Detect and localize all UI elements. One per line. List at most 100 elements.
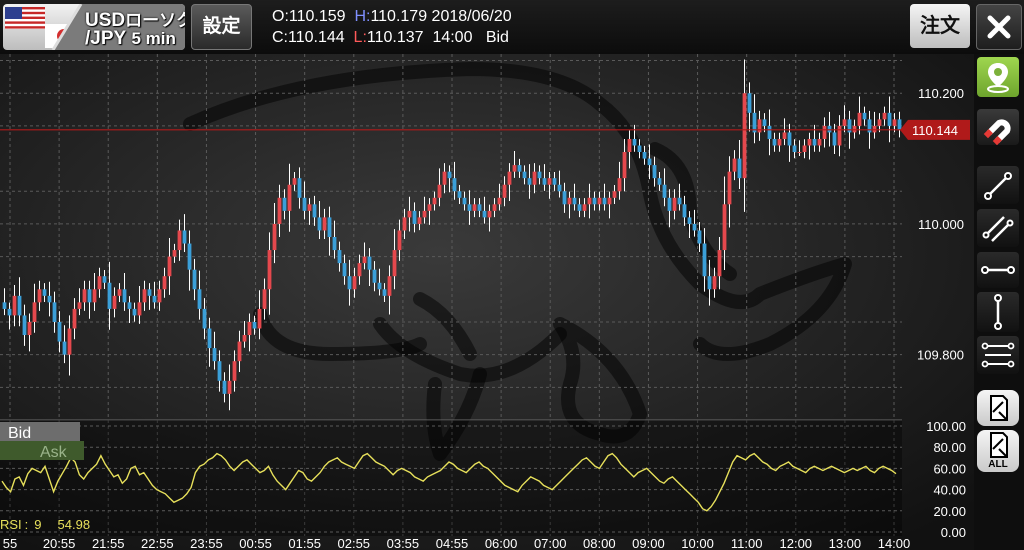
- candle-body: [707, 276, 712, 290]
- candle-body: [512, 165, 517, 172]
- candle-body: [97, 276, 102, 290]
- time-tick-label: 55: [3, 536, 17, 550]
- candle-body: [567, 197, 572, 205]
- candle-body: [272, 223, 277, 251]
- candle-body: [127, 302, 132, 309]
- candle-body: [522, 171, 527, 179]
- time-tick-label: 11:00: [731, 536, 763, 550]
- candle-body: [192, 269, 197, 290]
- time-tick-label: 06:00: [485, 536, 518, 550]
- candle-body: [362, 256, 367, 264]
- candle-body: [727, 171, 732, 205]
- candle-body: [472, 204, 477, 211]
- candle-body: [487, 210, 492, 218]
- candle-body: [462, 197, 467, 205]
- candle-body: [722, 204, 727, 251]
- candle-body: [297, 178, 302, 198]
- candle-body: [392, 250, 397, 277]
- channel-tool-button[interactable]: [977, 209, 1019, 247]
- time-tick-label: 09:00: [632, 536, 665, 550]
- candle-body: [222, 380, 227, 394]
- candle-body: [377, 282, 382, 290]
- candle-body: [637, 145, 642, 153]
- rsi-tick-label: 40.00: [933, 483, 966, 498]
- candle-body: [827, 125, 832, 133]
- trend-line-tool-button[interactable]: [977, 166, 1019, 204]
- candle-body: [82, 289, 87, 303]
- candle-body: [232, 361, 237, 381]
- trend-line-icon: [984, 172, 1012, 200]
- price-chart[interactable]: 110.144 110.200 110.000 109.800 100.00 80.0…: [0, 54, 974, 550]
- candle-body: [347, 276, 352, 290]
- vertical-line-tool-button[interactable]: [977, 292, 1019, 332]
- candle-body: [432, 197, 437, 205]
- candle-body: [877, 119, 882, 126]
- horizontal-line-icon: [981, 266, 1015, 274]
- candle-body: [337, 250, 342, 264]
- time-tick-label: 08:00: [583, 536, 616, 550]
- rsi-panel-background: [0, 420, 902, 536]
- candle-body: [137, 302, 142, 316]
- candle-body: [622, 152, 627, 179]
- candle-body: [592, 197, 597, 205]
- candle-body: [207, 328, 212, 349]
- high-value: 110.179: [370, 8, 428, 25]
- timeframe: 5 min: [131, 29, 176, 48]
- time-tick-label: 14:00: [878, 536, 911, 550]
- candle-body: [562, 191, 567, 205]
- time-tick-label: 04:55: [436, 536, 469, 550]
- candle-body: [217, 361, 222, 381]
- delete-drawing-button[interactable]: [977, 390, 1019, 426]
- candle-body: [617, 178, 622, 192]
- candle-body: [382, 289, 387, 296]
- candle-body: [647, 158, 652, 166]
- candle-body: [252, 321, 257, 329]
- fibonacci-tool-button[interactable]: [977, 336, 1019, 374]
- candle-body: [677, 197, 682, 205]
- candle-body: [657, 178, 662, 185]
- settings-button[interactable]: 設定: [191, 4, 252, 50]
- high-label: H:: [354, 8, 371, 25]
- bid-ask-toggle[interactable]: Bid Ask: [0, 422, 84, 461]
- rsi-tick-label: 0.00: [941, 525, 966, 540]
- candle-body: [407, 210, 412, 218]
- close-button[interactable]: [976, 4, 1022, 50]
- horizontal-line-tool-button[interactable]: [977, 252, 1019, 288]
- currency-pair-button[interactable]: USDローソク /JPY 5 min: [3, 4, 185, 50]
- candle-body: [12, 295, 17, 316]
- candle-body: [797, 152, 802, 154]
- candle-body: [227, 380, 232, 394]
- candle-body: [467, 204, 472, 211]
- candle-body: [87, 289, 92, 303]
- fibonacci-icon: [981, 342, 1015, 368]
- candle-body: [242, 335, 247, 342]
- candle-body: [652, 165, 657, 179]
- candle-body: [882, 112, 887, 120]
- time-tick-label: 13:00: [829, 536, 862, 550]
- candle-body: [157, 289, 162, 303]
- candle-body: [267, 250, 272, 290]
- candle-body: [532, 171, 537, 185]
- low-value: 110.137: [366, 29, 424, 46]
- candle-body: [292, 178, 297, 185]
- rsi-tick-label: 100.00: [926, 419, 966, 434]
- candle-body: [62, 341, 67, 355]
- time-tick-label: 20:55: [43, 536, 76, 550]
- candle-body: [287, 184, 292, 211]
- candle-body: [887, 112, 892, 126]
- time-tick-label: 21:55: [92, 536, 125, 550]
- bar-date: 2018/06/20: [431, 8, 512, 25]
- candle-body: [427, 204, 432, 211]
- marker-tool-button[interactable]: [977, 57, 1019, 97]
- candle-body: [807, 138, 812, 146]
- delete-all-drawings-button[interactable]: ALL: [977, 430, 1019, 472]
- candle-body: [132, 308, 137, 316]
- candle-body: [817, 138, 822, 146]
- candle-body: [397, 230, 402, 251]
- candle-body: [732, 158, 737, 172]
- rsi-tick-label: 20.00: [933, 504, 966, 519]
- order-button[interactable]: 注文: [910, 4, 970, 48]
- candle-body: [537, 171, 542, 179]
- rsi-tick-label: 60.00: [933, 461, 966, 476]
- magnet-tool-button[interactable]: [977, 109, 1019, 145]
